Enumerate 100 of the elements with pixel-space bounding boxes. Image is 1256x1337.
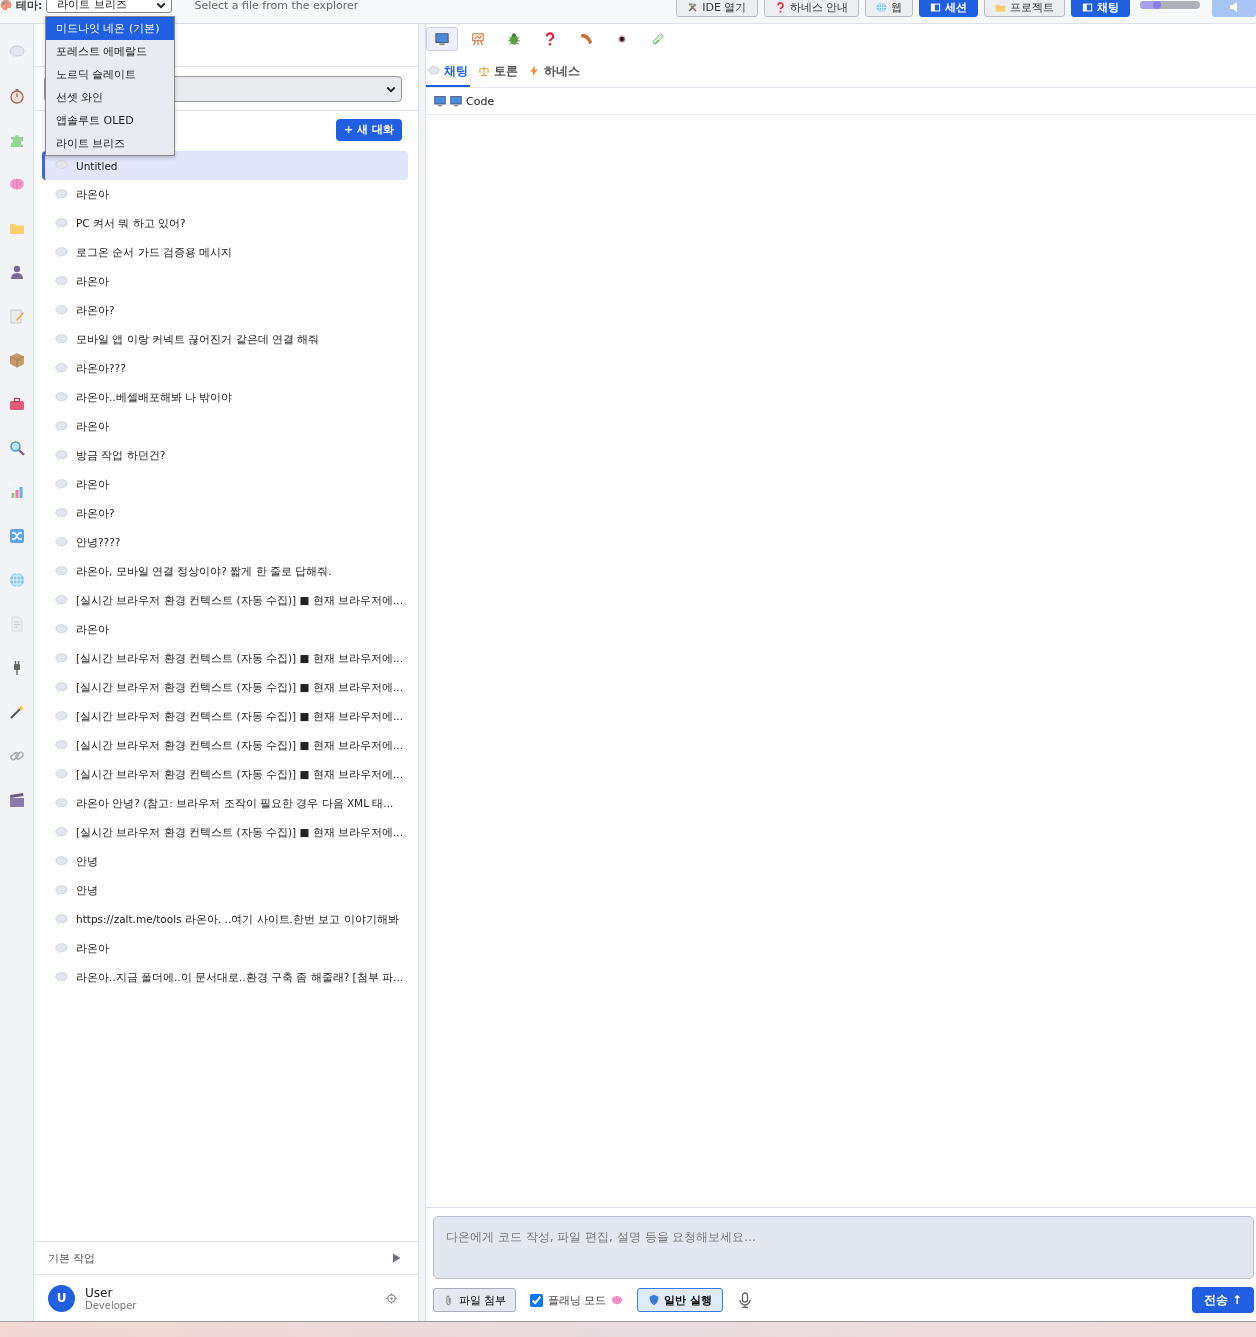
conversation-item[interactable]: 라온아, 모바일 연결 정상이야? 짧게 한 줄로 답해줘. (42, 557, 408, 586)
speech-bubble-icon (55, 478, 68, 491)
conversation-item[interactable]: 방금 작업 하던건? (42, 441, 408, 470)
speech-bubble-icon (55, 391, 68, 404)
easel-icon (471, 32, 485, 46)
toolbar-button[interactable]: 하네스 안내 (763, 0, 859, 17)
message-input[interactable]: 다온에게 코드 작성, 파일 편집, 설명 등을 요청해보세요... (433, 1216, 1254, 1279)
settings-icon[interactable] (385, 1291, 398, 1305)
theme-option[interactable]: 앱솔루트 OLED (46, 109, 174, 132)
clapperboard-icon[interactable] (8, 792, 25, 808)
speech-bubble-icon (55, 681, 68, 694)
boomerang-icon (579, 32, 593, 46)
chevron-down-icon (155, 0, 168, 11)
speech-bubble-icon (55, 623, 68, 636)
attach-file-button[interactable]: 파일 첨부 (433, 1288, 516, 1312)
conversation-item[interactable]: 모바일 앱 이랑 커넥트 끊어진거 같은데 연결 해줘 (42, 325, 408, 354)
monitor-icon (435, 32, 449, 46)
speech-bubble-icon (55, 333, 68, 346)
speech-bubble-icon (55, 739, 68, 752)
toolbar-button[interactable]: 웹 (865, 0, 913, 17)
conversation-item[interactable]: Untitled (42, 151, 408, 180)
globe-icon[interactable] (8, 572, 25, 588)
conversation-item[interactable]: 라온아..지금 폴더에..이 문서대로..환경 구축 좀 해줄래? [첨부 파... (42, 963, 408, 992)
monitor-icon (434, 95, 446, 107)
conversation-item[interactable]: [실시간 브라우저 환경 컨텍스트 (자동 수집)] ■ 현재 브라우저에... (42, 818, 408, 847)
speech-bubble-icon (55, 217, 68, 230)
conversation-item[interactable]: 안녕 (42, 847, 408, 876)
speech-bubble-icon (55, 797, 68, 810)
toolbox-icon[interactable] (8, 396, 25, 412)
magic-wand-icon[interactable] (8, 704, 25, 720)
conversation-item[interactable]: 라온아 (42, 267, 408, 296)
stopwatch-icon[interactable] (8, 88, 25, 104)
conversation-item[interactable]: 안녕???? (42, 528, 408, 557)
run-mode-button[interactable]: 일반 실행 (637, 1288, 723, 1312)
conversation-item[interactable]: [실시간 브라우저 환경 컨텍스트 (자동 수집)] ■ 현재 브라우저에... (42, 731, 408, 760)
conversation-item[interactable]: 라온아? (42, 296, 408, 325)
tasks-section-toggle[interactable]: 기본 작업 (34, 1241, 418, 1275)
conversation-item[interactable]: 라온아 (42, 180, 408, 209)
slider[interactable] (1140, 1, 1200, 9)
bug-icon (507, 32, 521, 46)
shuffle-icon[interactable] (8, 528, 25, 544)
conversation-item[interactable]: 라온아 (42, 615, 408, 644)
toolbar-button[interactable]: 채팅 (1071, 0, 1130, 17)
planning-label: 플래닝 모드 (547, 1292, 606, 1308)
package-icon[interactable] (8, 352, 25, 368)
conversation-item[interactable]: 라온아? (42, 499, 408, 528)
conversation-item[interactable]: [실시간 브라우저 환경 컨텍스트 (자동 수집)] ■ 현재 브라우저에... (42, 644, 408, 673)
file-hint: Select a file from the explorer (194, 0, 359, 12)
speech-bubble-icon (55, 913, 68, 926)
new-chat-button[interactable]: + 새 대화 (336, 118, 402, 141)
speech-bubble-icon (55, 971, 68, 984)
palette-icon (0, 0, 12, 11)
conversation-item[interactable]: 로그온 순서 가드 검증용 메시지 (42, 238, 408, 267)
toolbar-button[interactable]: 세션 (919, 0, 978, 17)
toolbar-button[interactable]: 프로젝트 (984, 0, 1065, 17)
conversation-item[interactable]: [실시간 브라우저 환경 컨텍스트 (자동 수집)] ■ 현재 브라우저에... (42, 760, 408, 789)
user-role: Developer (85, 1299, 138, 1311)
panel-icon (1082, 1, 1093, 13)
speech-bubble-icon (55, 652, 68, 665)
conversation-item[interactable]: [실시간 브라우저 환경 컨텍스트 (자동 수집)] ■ 현재 브라우저에... (42, 702, 408, 731)
person-icon[interactable] (8, 264, 25, 280)
conversation-item[interactable]: https://zalt.me/tools 라온아. ..여기 사이트.한번 보고 이야기해봐 (42, 905, 408, 934)
splitter-handle[interactable] (419, 24, 426, 1321)
theme-option[interactable]: 노르딕 슬레이트 (46, 63, 174, 86)
user-avatar: U (48, 1284, 75, 1312)
theme-option[interactable]: 포레스트 에메랄드 (46, 40, 174, 63)
conversation-item[interactable]: 라온아 (42, 412, 408, 441)
panel-icon (930, 1, 941, 13)
conversation-item[interactable]: 안녕 (42, 876, 408, 905)
conversation-item[interactable]: 라온아 (42, 934, 408, 963)
speech-bubble-icon (55, 565, 68, 578)
conversation-item[interactable]: [실시간 브라우저 환경 컨텍스트 (자동 수집)] ■ 현재 브라우저에... (42, 586, 408, 615)
brain-icon[interactable] (8, 176, 25, 192)
tools-icon (687, 1, 699, 13)
theme-select[interactable]: 라이트 브리즈 (46, 0, 173, 13)
mode-tab[interactable]: 토론 (476, 57, 520, 87)
conversation-item[interactable]: [실시간 브라우저 환경 컨텍스트 (자동 수집)] ■ 현재 브라우저에... (42, 673, 408, 702)
toolbar-button[interactable]: IDE 열기 (676, 0, 758, 17)
speech-bubble-icon (55, 507, 68, 520)
theme-option[interactable]: 선셋 와인 (46, 86, 174, 109)
conversation-item[interactable]: 라온아 (42, 470, 408, 499)
mode-tab[interactable]: 하네스 (526, 57, 582, 87)
planning-checkbox[interactable] (529, 1293, 543, 1307)
question-mark-icon (774, 1, 786, 13)
conversation-item[interactable]: 라온아..베셀배포해봐 나 밖이야 (42, 383, 408, 412)
theme-option[interactable]: 미드나잇 네온 (기본) (46, 17, 174, 40)
conversation-item[interactable]: PC 켜서 뭐 하고 있어? (42, 209, 408, 238)
memo-icon[interactable] (8, 308, 25, 324)
eye-icon (615, 32, 629, 46)
mode-tab[interactable]: 채팅 (426, 57, 470, 87)
theme-label: 테마: (16, 0, 43, 13)
tool-tab[interactable] (426, 27, 458, 51)
speech-bubble-icon (55, 855, 68, 868)
send-button[interactable]: 전송 ↑ (1191, 1287, 1254, 1313)
microphone-icon[interactable] (736, 1292, 753, 1308)
speech-bubble-icon (428, 65, 440, 77)
conversation-item[interactable]: 라온아 안녕? (참고: 브라우저 조작이 필요한 경우 다음 XML 태... (42, 789, 408, 818)
conversation-item[interactable]: 라온아??? (42, 354, 408, 383)
search-icon[interactable] (8, 440, 25, 456)
breadcrumb-label: Code (466, 94, 495, 108)
